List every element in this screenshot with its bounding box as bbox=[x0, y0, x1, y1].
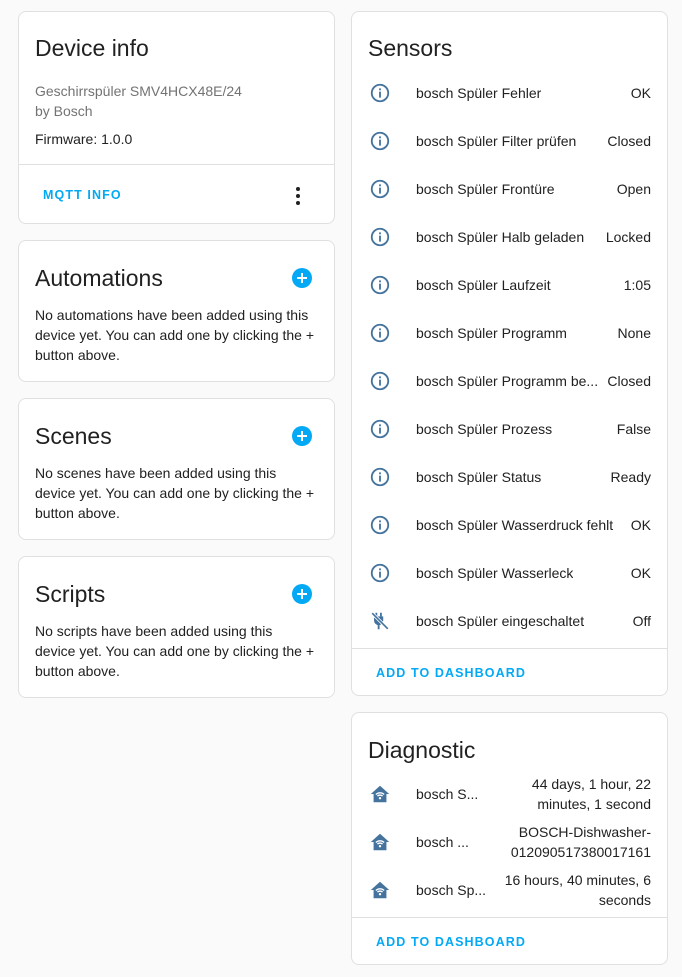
info-icon bbox=[368, 129, 392, 153]
sensor-name: bosch Spüler eingeschaltet bbox=[416, 613, 585, 629]
home-wifi-icon bbox=[368, 830, 392, 854]
add-script-button[interactable] bbox=[292, 584, 312, 604]
info-icon bbox=[368, 321, 392, 345]
info-icon bbox=[368, 369, 392, 393]
diagnostic-row[interactable]: bosch ... BOSCH-Dishwasher- 01209051738001… bbox=[352, 818, 667, 866]
info-icon bbox=[368, 273, 392, 297]
sensor-state: OK bbox=[630, 565, 651, 581]
diagnostic-card: Diagnostic bosch S... 44 days, 1 hour, 22… bbox=[351, 712, 668, 965]
divider bbox=[352, 648, 667, 649]
sensor-state: False bbox=[616, 421, 651, 437]
add-to-dashboard-button[interactable]: ADD TO DASHBOARD bbox=[376, 935, 526, 949]
diagnostic-state: BOSCH-Dishwasher- 012090517380017161 bbox=[511, 822, 651, 862]
info-icon bbox=[368, 417, 392, 441]
sensor-row[interactable]: bosch Spüler Halb geladen Locked bbox=[352, 213, 667, 261]
scenes-empty-text: No scenes have been added using this dev… bbox=[35, 465, 315, 521]
scripts-card: Scripts No scripts have been added using… bbox=[18, 556, 335, 698]
plus-icon bbox=[297, 273, 307, 283]
sensor-state: 1:05 bbox=[623, 277, 651, 293]
scripts-title: Scripts bbox=[35, 581, 106, 607]
divider bbox=[352, 917, 667, 918]
sensor-row[interactable]: bosch Spüler Status Ready bbox=[352, 453, 667, 501]
diagnostic-state-line: 44 days, 1 hour, 22 bbox=[531, 776, 651, 792]
device-info-title: Device info bbox=[35, 35, 149, 61]
device-firmware: Firmware: 1.0.0 bbox=[35, 131, 133, 147]
add-scene-button[interactable] bbox=[292, 426, 312, 446]
sensor-row[interactable]: bosch Spüler Prozess False bbox=[352, 405, 667, 453]
sensor-row[interactable]: bosch Spüler Programm be... Closed bbox=[352, 357, 667, 405]
sensor-state: OK bbox=[630, 517, 651, 533]
scripts-empty-text: No scripts have been added using this de… bbox=[35, 623, 315, 679]
device-info-card: Device info Geschirrspüler SMV4HCX48E/24… bbox=[18, 11, 335, 224]
sensor-row[interactable]: bosch Spüler Wasserleck OK bbox=[352, 549, 667, 597]
home-wifi-icon bbox=[368, 878, 392, 902]
sensors-card: Sensors bosch Spüler Fehler OK bosch Spüle… bbox=[351, 11, 668, 696]
diagnostic-title: Diagnostic bbox=[368, 737, 476, 763]
scenes-title: Scenes bbox=[35, 423, 112, 449]
sensors-title: Sensors bbox=[368, 35, 453, 61]
divider bbox=[19, 164, 334, 165]
diagnostic-row[interactable]: bosch S... 44 days, 1 hour, 22 minutes, 1 … bbox=[352, 770, 667, 818]
sensor-name: bosch Spüler Wasserleck bbox=[416, 565, 574, 581]
diagnostic-state-line: BOSCH-Dishwasher- bbox=[518, 824, 651, 840]
sensor-name: bosch Spüler Fehler bbox=[416, 85, 542, 101]
sensor-state: None bbox=[617, 325, 651, 341]
sensor-state: Open bbox=[616, 181, 651, 197]
info-icon bbox=[368, 225, 392, 249]
sensor-row[interactable]: bosch Spüler Laufzeit 1:05 bbox=[352, 261, 667, 309]
sensor-state: Locked bbox=[605, 229, 651, 245]
add-automation-button[interactable] bbox=[292, 268, 312, 288]
automations-title: Automations bbox=[35, 265, 163, 291]
sensor-state: Off bbox=[632, 613, 651, 629]
sensor-row[interactable]: bosch Spüler Wasserdruck fehlt OK bbox=[352, 501, 667, 549]
more-options-button[interactable] bbox=[286, 184, 310, 208]
sensor-row[interactable]: bosch Spüler Frontüre Open bbox=[352, 165, 667, 213]
sensor-name: bosch Spüler Halb geladen bbox=[416, 229, 585, 245]
add-to-dashboard-button[interactable]: ADD TO DASHBOARD bbox=[376, 666, 526, 680]
info-icon bbox=[368, 465, 392, 489]
dots-vertical-icon bbox=[296, 187, 300, 205]
sensor-state: Closed bbox=[607, 373, 651, 389]
diagnostic-row[interactable]: bosch Sp... 16 hours, 40 minutes, 6 second… bbox=[352, 866, 667, 914]
automations-card: Automations No automations have been add… bbox=[18, 240, 335, 382]
sensor-row[interactable]: bosch Spüler Filter prüfen Closed bbox=[352, 117, 667, 165]
diagnostic-state-line: 16 hours, 40 minutes, 6 bbox=[504, 872, 651, 888]
device-manufacturer: by Bosch bbox=[35, 103, 93, 119]
mqtt-info-button[interactable]: MQTT INFO bbox=[43, 188, 122, 202]
sensor-row[interactable]: bosch Spüler Fehler OK bbox=[352, 69, 667, 117]
diagnostic-state: 44 days, 1 hour, 22 minutes, 1 second bbox=[532, 774, 651, 814]
info-icon bbox=[368, 81, 392, 105]
sensor-state: OK bbox=[630, 85, 651, 101]
sensor-name: bosch Spüler Programm be... bbox=[416, 373, 599, 389]
plus-icon bbox=[297, 589, 307, 599]
automations-empty-text: No automations have been added using thi… bbox=[35, 307, 315, 363]
scenes-card: Scenes No scenes have been added using t… bbox=[18, 398, 335, 540]
sensor-name: bosch Spüler Frontüre bbox=[416, 181, 555, 197]
power-plug-off-icon bbox=[368, 609, 392, 633]
info-icon bbox=[368, 177, 392, 201]
info-icon bbox=[368, 513, 392, 537]
diagnostic-name: bosch ... bbox=[416, 834, 469, 850]
diagnostic-state-line: 012090517380017161 bbox=[510, 844, 651, 860]
device-model: Geschirrspüler SMV4HCX48E/24 bbox=[35, 83, 242, 99]
home-wifi-icon bbox=[368, 782, 392, 806]
sensor-state: Ready bbox=[610, 469, 651, 485]
diagnostic-state-line: seconds bbox=[598, 892, 651, 908]
sensor-name: bosch Spüler Wasserdruck fehlt bbox=[416, 517, 614, 533]
info-icon bbox=[368, 561, 392, 585]
sensor-row[interactable]: bosch Spüler Programm None bbox=[352, 309, 667, 357]
sensor-name: bosch Spüler Filter prüfen bbox=[416, 133, 577, 149]
sensor-name: bosch Spüler Programm bbox=[416, 325, 567, 341]
sensor-state: Closed bbox=[607, 133, 651, 149]
sensor-row[interactable]: bosch Spüler eingeschaltet Off bbox=[352, 597, 667, 645]
diagnostic-name: bosch S... bbox=[416, 786, 479, 802]
sensor-name: bosch Spüler Prozess bbox=[416, 421, 553, 437]
sensor-name: bosch Spüler Status bbox=[416, 469, 542, 485]
diagnostic-name: bosch Sp... bbox=[416, 882, 487, 898]
diagnostic-state-line: minutes, 1 second bbox=[537, 796, 651, 812]
plus-icon bbox=[297, 431, 307, 441]
sensor-name: bosch Spüler Laufzeit bbox=[416, 277, 551, 293]
diagnostic-state: 16 hours, 40 minutes, 6 seconds bbox=[505, 870, 651, 910]
